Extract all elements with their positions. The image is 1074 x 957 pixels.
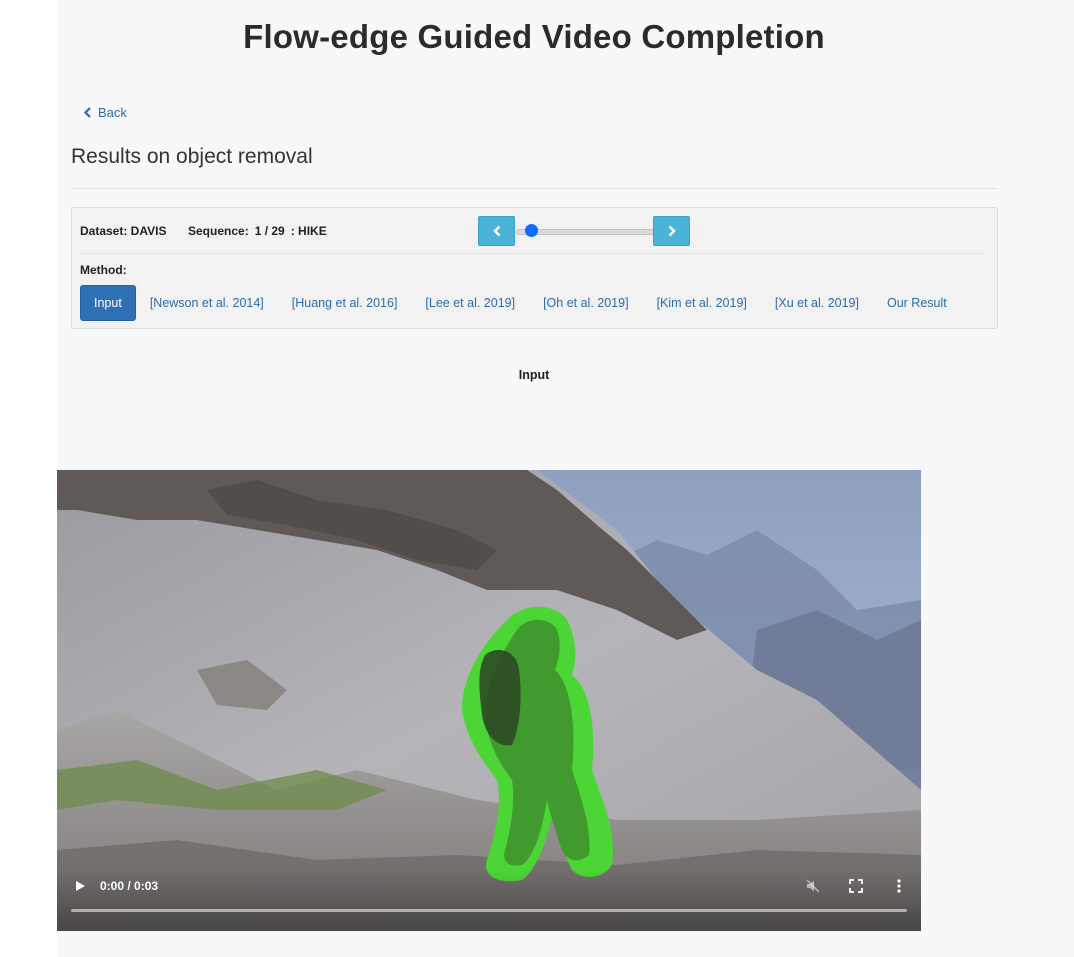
more-options-icon[interactable]: [893, 878, 905, 894]
previous-sequence-button[interactable]: [478, 216, 515, 246]
chevron-right-icon: [668, 225, 676, 237]
method-newson-2014[interactable]: [Newson et al. 2014]: [136, 286, 278, 320]
method-our-result[interactable]: Our Result: [873, 286, 961, 320]
method-huang-2016[interactable]: [Huang et al. 2016]: [278, 286, 412, 320]
method-oh-2019[interactable]: [Oh et al. 2019]: [529, 286, 642, 320]
controls-panel: Dataset: DAVIS Sequence: 1 / 29 : HIKE M…: [71, 207, 998, 329]
play-icon[interactable]: [73, 879, 87, 893]
method-input[interactable]: Input: [80, 285, 136, 321]
back-link[interactable]: Back: [83, 105, 127, 120]
method-lee-2019[interactable]: [Lee et al. 2019]: [411, 286, 529, 320]
sequence-name: : HIKE: [290, 224, 327, 238]
divider: [71, 188, 998, 189]
fullscreen-icon[interactable]: [849, 879, 863, 893]
sequence-position: 1 / 29: [254, 224, 285, 238]
video-controls: 0:00 / 0:03: [57, 869, 921, 931]
video-player[interactable]: 0:00 / 0:03: [57, 470, 921, 931]
sequence-label: Sequence:: [188, 224, 249, 238]
sequence-slider-thumb[interactable]: [524, 224, 538, 237]
dataset-label: Dataset: DAVIS: [80, 224, 167, 238]
section-title: Results on object removal: [71, 145, 313, 168]
mute-icon[interactable]: [805, 878, 821, 894]
chevron-left-icon: [83, 107, 91, 118]
video-frame: [57, 470, 921, 931]
method-kim-2019[interactable]: [Kim et al. 2019]: [643, 286, 761, 320]
method-selector: Input [Newson et al. 2014] [Huang et al.…: [80, 285, 961, 321]
page-title: Flow-edge Guided Video Completion: [243, 18, 825, 55]
back-label: Back: [98, 105, 127, 120]
method-label: Method:: [80, 263, 127, 277]
next-sequence-button[interactable]: [653, 216, 690, 246]
panel-divider: [80, 253, 983, 254]
sequence-info: Sequence: 1 / 29 : HIKE: [188, 224, 327, 238]
video-progress-bar[interactable]: [71, 909, 907, 912]
video-time: 0:00 / 0:03: [100, 879, 159, 893]
video-caption: Input: [518, 368, 550, 382]
chevron-left-icon: [492, 225, 500, 237]
method-xu-2019[interactable]: [Xu et al. 2019]: [761, 286, 873, 320]
